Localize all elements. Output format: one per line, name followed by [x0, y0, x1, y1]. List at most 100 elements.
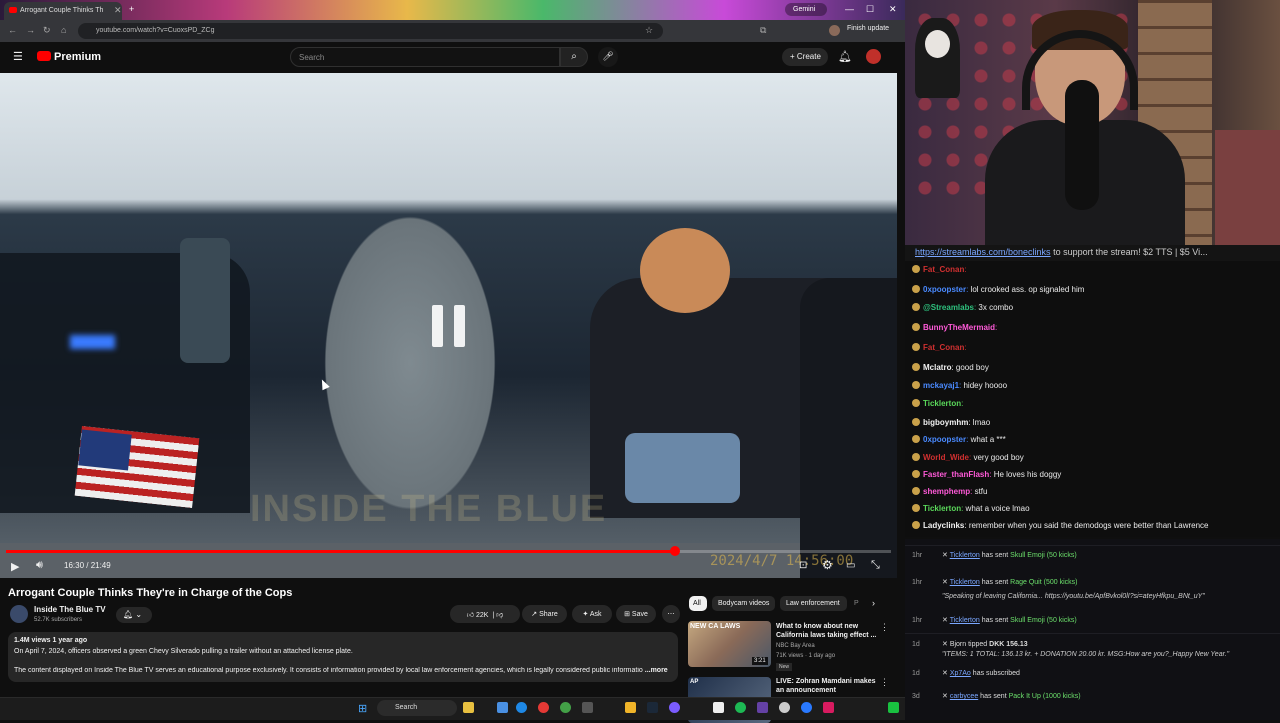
ticker-link[interactable]: https://streamlabs.com/boneclinks	[915, 247, 1051, 257]
chat-username[interactable]: BunnyTheMermaid	[923, 323, 995, 332]
alert-user[interactable]: Xp7Ao	[950, 670, 971, 677]
chat-text: lol crooked ass. op signaled him	[970, 285, 1085, 294]
chip-partial[interactable]: P	[852, 596, 860, 611]
alert-user[interactable]: Bjorn	[950, 641, 966, 648]
taskbar-search[interactable]: Search	[377, 700, 457, 716]
alert-user[interactable]: Ticklerton	[950, 579, 980, 586]
logo-text[interactable]: Premium	[54, 51, 101, 63]
tab-close-icon[interactable]: ✕	[114, 5, 122, 16]
chip-bodycam[interactable]: Bodycam videos	[712, 596, 775, 611]
alert-verb: has sent	[981, 579, 1009, 586]
search-icon[interactable]: ⌕	[560, 47, 588, 67]
description-box[interactable]	[8, 632, 678, 682]
chip-all[interactable]: All	[689, 596, 707, 611]
alert-user[interactable]: carbycee	[950, 693, 978, 700]
folder-icon[interactable]	[625, 702, 636, 713]
chat-message: 0xpoopster: lol crooked ass. op signaled…	[912, 285, 1084, 294]
obs-icon[interactable]	[713, 702, 724, 713]
chat-username[interactable]: @Streamlabs	[923, 303, 974, 312]
chat-username[interactable]: Faster_thanFlash	[923, 470, 989, 479]
recommendation-title[interactable]: What to know about new California laws t…	[776, 622, 880, 640]
recommendation-title[interactable]: LIVE: Zohran Mamdani makes an announceme…	[776, 677, 880, 695]
chat-username[interactable]: 0xpoopster	[923, 285, 966, 294]
chevron-right-icon[interactable]: ›	[872, 598, 875, 608]
subtitles-icon[interactable]: ⊡	[799, 560, 807, 571]
chat-username[interactable]: World_Wide	[923, 453, 969, 462]
task-view-icon[interactable]	[497, 702, 508, 713]
browser-tab-active[interactable]: Arrogant Couple Thinks Th	[4, 2, 122, 20]
minimize-icon[interactable]: —	[845, 4, 854, 14]
progress-scrubber-handle[interactable]	[670, 546, 680, 556]
save-button[interactable]: ⊞ Save	[616, 605, 656, 623]
chat-badge-icon	[912, 435, 920, 443]
finish-update-button[interactable]: Finish update	[847, 25, 889, 32]
file-explorer-icon[interactable]	[463, 702, 474, 713]
chat-text: He loves his doggy	[993, 470, 1062, 479]
chat-username[interactable]: Ladyclinks	[923, 521, 964, 530]
profile-avatar[interactable]	[829, 25, 840, 36]
chip-law-enforcement[interactable]: Law enforcement	[780, 596, 847, 611]
create-button[interactable]: + Create	[782, 48, 828, 66]
window-close-icon[interactable]: ✕	[889, 4, 897, 15]
extensions-icon[interactable]: ⧉	[760, 25, 766, 36]
fullscreen-exit-icon[interactable]: ⤡	[871, 559, 880, 572]
home-icon[interactable]: ⌂	[61, 25, 66, 35]
more-link[interactable]: ...more	[645, 667, 668, 674]
alert-user[interactable]: Ticklerton	[950, 552, 980, 559]
chat-username[interactable]: Ticklerton	[923, 399, 961, 408]
pause-overlay-icon[interactable]	[430, 305, 468, 347]
youtube-logo-icon[interactable]	[37, 51, 51, 61]
recommendation-menu-icon[interactable]: ⋮	[880, 677, 889, 688]
menu-icon[interactable]: ☰	[13, 50, 23, 63]
recommendation-menu-icon[interactable]: ⋮	[880, 622, 889, 633]
miniplayer-icon[interactable]: ▭	[846, 560, 855, 571]
app-icon[interactable]	[757, 702, 768, 713]
chat-username[interactable]: Fat_Conan	[923, 265, 964, 274]
chat-username[interactable]: shemphemp	[923, 487, 970, 496]
like-dislike-button[interactable]: 👍︎ 22K | 👎︎	[450, 605, 520, 623]
chat-username[interactable]: Fat_Conan	[923, 343, 964, 352]
volume-icon[interactable]: 🔊︎	[36, 559, 43, 572]
chat-username[interactable]: Mclatro	[923, 363, 951, 372]
share-button[interactable]: ↗ Share	[522, 605, 567, 623]
alert-user[interactable]: Ticklerton	[950, 617, 980, 624]
bookmark-star-icon[interactable]: ☆	[645, 25, 653, 36]
chrome-alt-icon[interactable]	[560, 702, 571, 713]
chat-message: 0xpoopster: what a ***	[912, 435, 1006, 444]
subscribed-bell-button[interactable]: 🔔︎ ⌄	[116, 607, 152, 623]
user-avatar[interactable]	[866, 49, 881, 64]
edge-icon[interactable]	[516, 702, 527, 713]
webcam-doll-face	[925, 30, 950, 58]
alert-amount: DKK 156.13	[989, 641, 1028, 648]
chrome-icon[interactable]	[538, 702, 549, 713]
new-tab-icon[interactable]: +	[129, 4, 134, 14]
chat-username[interactable]: 0xpoopster	[923, 435, 966, 444]
url-bar[interactable]: youtube.com/watch?v=CuoxsPD_ZCg	[78, 23, 663, 39]
search-input[interactable]: Search	[290, 47, 560, 67]
chat-username[interactable]: mckayaj1	[923, 381, 959, 390]
app-icon[interactable]	[823, 702, 834, 713]
spotify-icon[interactable]	[735, 702, 746, 713]
gemini-button[interactable]: Gemini	[785, 3, 827, 16]
settings-gear-icon[interactable]: ⚙	[822, 558, 833, 572]
play-icon[interactable]: ▶	[11, 560, 19, 573]
ask-button[interactable]: ✦ Ask	[572, 605, 612, 623]
microphone-icon[interactable]: 🎤︎	[598, 47, 618, 67]
windows-start-icon[interactable]: ⊞	[358, 702, 367, 715]
notifications-bell-icon[interactable]: 🔔︎	[838, 50, 852, 63]
app-icon[interactable]	[801, 702, 812, 713]
steam-icon[interactable]	[647, 702, 658, 713]
app-icon[interactable]	[582, 702, 593, 713]
back-icon[interactable]: ←	[8, 25, 17, 35]
forward-icon[interactable]: →	[26, 25, 35, 35]
channel-avatar[interactable]	[10, 605, 28, 623]
reload-icon[interactable]: ↻	[43, 25, 51, 36]
maximize-icon[interactable]: ☐	[866, 4, 874, 15]
channel-name[interactable]: Inside The Blue TV	[34, 605, 106, 614]
more-actions-icon[interactable]: ⋯	[662, 605, 680, 623]
app-icon[interactable]	[779, 702, 790, 713]
chat-username[interactable]: bigboymhm	[923, 418, 968, 427]
kick-icon[interactable]	[888, 702, 899, 713]
chat-username[interactable]: Ticklerton	[923, 504, 961, 513]
app-icon[interactable]	[669, 702, 680, 713]
